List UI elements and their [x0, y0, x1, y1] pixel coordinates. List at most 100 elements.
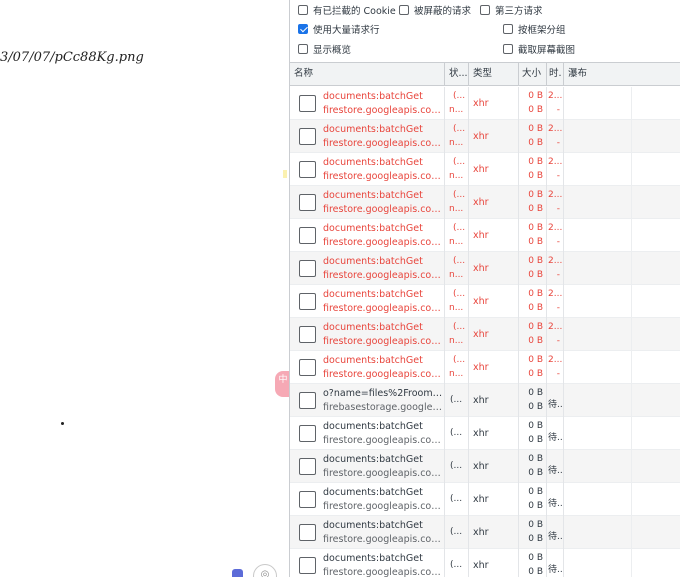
screenshots-option[interactable]: 截取屏幕截图	[503, 42, 575, 56]
type-text: xhr	[473, 230, 489, 241]
column-header-time[interactable]: 时.	[547, 63, 564, 85]
size-cell: 0 B0 B	[519, 186, 547, 219]
waterfall-gridline	[631, 351, 632, 384]
overview-checkbox[interactable]	[298, 44, 308, 54]
size-resource: 0 B	[528, 204, 543, 214]
request-name: documents:batchGet	[323, 553, 423, 564]
help-button[interactable]: ◎	[253, 564, 277, 577]
status-text: (...	[450, 527, 463, 537]
name-cell[interactable]: documents:batchGet firestore.googleapis.c…	[290, 516, 445, 549]
time-text: 待...	[548, 400, 564, 410]
size-transferred: 0 B	[528, 289, 543, 299]
name-cell[interactable]: documents:batchGet firestore.googleapis.c…	[290, 153, 445, 186]
time-line-1: 2...	[548, 355, 563, 365]
time-text: 待...	[548, 499, 564, 509]
request-host: firestore.googleapis.com/...	[323, 303, 443, 314]
waterfall-cell	[564, 252, 680, 285]
group-by-frame-checkbox[interactable]	[503, 24, 513, 34]
size-cell: 0 B0 B	[519, 219, 547, 252]
big-rows-checkbox[interactable]	[298, 24, 308, 34]
name-cell[interactable]: documents:batchGet firestore.googleapis.c…	[290, 252, 445, 285]
status-cell: (... n...	[445, 219, 469, 252]
name-cell[interactable]: documents:batchGet firestore.googleapis.c…	[290, 219, 445, 252]
third-party-checkbox[interactable]	[480, 5, 490, 15]
type-cell: xhr	[469, 549, 519, 577]
request-row[interactable]: documents:batchGet firestore.googleapis.c…	[290, 87, 680, 120]
size-resource: 0 B	[528, 237, 543, 247]
status-line-1: (...	[453, 223, 466, 233]
request-name: documents:batchGet	[323, 421, 423, 432]
request-row[interactable]: documents:batchGet firestore.googleapis.c…	[290, 450, 680, 483]
column-header-waterfall[interactable]: 瀑布	[564, 63, 680, 85]
column-header-size[interactable]: 大小	[519, 63, 547, 85]
extension-icon[interactable]	[232, 569, 243, 577]
waterfall-cell	[564, 351, 680, 384]
time-line-1: 2...	[548, 190, 563, 200]
name-cell[interactable]: documents:batchGet firestore.googleapis.c…	[290, 285, 445, 318]
status-cell: (... n...	[445, 252, 469, 285]
request-row[interactable]: documents:batchGet firestore.googleapis.c…	[290, 219, 680, 252]
size-resource: 0 B	[528, 336, 543, 346]
blocked-requests-option[interactable]: 被屏蔽的请求	[399, 3, 471, 17]
blocked-requests-checkbox[interactable]	[399, 5, 409, 15]
status-line-2: n...	[449, 369, 464, 379]
request-row[interactable]: documents:batchGet firestore.googleapis.c…	[290, 483, 680, 516]
name-cell[interactable]: documents:batchGet firestore.googleapis.c…	[290, 351, 445, 384]
waterfall-gridline	[631, 516, 632, 549]
request-row[interactable]: documents:batchGet firestore.googleapis.c…	[290, 153, 680, 186]
third-party-option[interactable]: 第三方请求	[480, 3, 543, 17]
status-line-1: (...	[453, 124, 466, 134]
request-name: documents:batchGet	[323, 322, 423, 333]
request-row[interactable]: documents:batchGet firestore.googleapis.c…	[290, 351, 680, 384]
status-line-1: (...	[453, 256, 466, 266]
size-cell: 0 B0 B	[519, 318, 547, 351]
name-cell[interactable]: documents:batchGet firestore.googleapis.c…	[290, 186, 445, 219]
file-icon	[299, 95, 316, 112]
size-transferred: 0 B	[528, 322, 543, 332]
overview-option[interactable]: 显示概览	[298, 42, 351, 56]
file-icon	[299, 557, 316, 574]
waterfall-gridline	[631, 87, 632, 120]
name-cell[interactable]: documents:batchGet firestore.googleapis.c…	[290, 417, 445, 450]
size-transferred: 0 B	[528, 487, 543, 497]
request-row[interactable]: documents:batchGet firestore.googleapis.c…	[290, 516, 680, 549]
column-header-name[interactable]: 名称	[290, 63, 445, 85]
name-cell[interactable]: documents:batchGet firestore.googleapis.c…	[290, 318, 445, 351]
blocked-cookies-checkbox[interactable]	[298, 5, 308, 15]
request-host: firestore.googleapis.com/...	[323, 171, 443, 182]
request-row[interactable]: documents:batchGet firestore.googleapis.c…	[290, 120, 680, 153]
group-by-frame-option[interactable]: 按框架分组	[503, 22, 566, 36]
time-cell: 2... -	[547, 219, 564, 252]
column-header-type[interactable]: 类型	[469, 63, 519, 85]
image-filename-text: 3/07/07/pCc88Kg.png	[0, 50, 144, 65]
request-name: documents:batchGet	[323, 223, 423, 234]
big-rows-option[interactable]: 使用大量请求行	[298, 22, 380, 36]
request-row[interactable]: documents:batchGet firestore.googleapis.c…	[290, 285, 680, 318]
screenshots-checkbox[interactable]	[503, 44, 513, 54]
status-line-1: (...	[453, 157, 466, 167]
name-cell[interactable]: documents:batchGet firestore.googleapis.c…	[290, 549, 445, 577]
request-row[interactable]: documents:batchGet firestore.googleapis.c…	[290, 417, 680, 450]
request-row[interactable]: documents:batchGet firestore.googleapis.c…	[290, 252, 680, 285]
time-line-2: -	[556, 105, 560, 115]
file-icon	[299, 161, 316, 178]
request-row[interactable]: documents:batchGet firestore.googleapis.c…	[290, 186, 680, 219]
request-row[interactable]: documents:batchGet firestore.googleapis.c…	[290, 318, 680, 351]
name-cell[interactable]: documents:batchGet firestore.googleapis.c…	[290, 483, 445, 516]
name-cell[interactable]: documents:batchGet firestore.googleapis.c…	[290, 120, 445, 153]
name-cell[interactable]: o?name=files%2Frooms%... firebasestorage.…	[290, 384, 445, 417]
waterfall-cell	[564, 384, 680, 417]
time-line-2: -	[556, 204, 560, 214]
name-cell[interactable]: documents:batchGet firestore.googleapis.c…	[290, 450, 445, 483]
request-row[interactable]: o?name=files%2Frooms%... firebasestorage.…	[290, 384, 680, 417]
file-icon	[299, 458, 316, 475]
waterfall-cell	[564, 417, 680, 450]
waterfall-cell	[564, 153, 680, 186]
name-cell[interactable]: documents:batchGet firestore.googleapis.c…	[290, 87, 445, 120]
blocked-cookies-option[interactable]: 有已拦截的 Cookie	[298, 3, 396, 17]
status-cell: (...	[445, 384, 469, 417]
size-cell: 0 B0 B	[519, 351, 547, 384]
request-row[interactable]: documents:batchGet firestore.googleapis.c…	[290, 549, 680, 577]
column-header-status[interactable]: 状...	[445, 63, 469, 85]
filter-options-row-1: 有已拦截的 Cookie 被屏蔽的请求 第三方请求	[290, 0, 680, 20]
